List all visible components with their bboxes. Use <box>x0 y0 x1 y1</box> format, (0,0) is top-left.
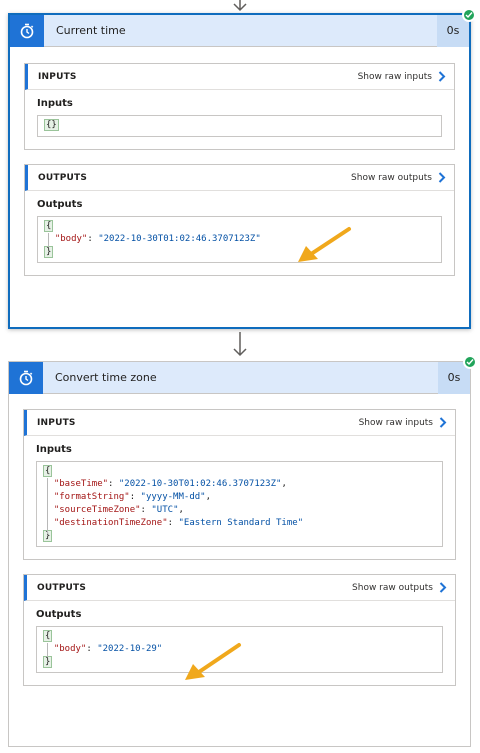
show-raw-inputs-link[interactable]: Show raw inputs <box>359 417 447 428</box>
inputs-json-box: {} <box>37 115 442 137</box>
section-title: INPUTS <box>37 417 76 428</box>
inputs-section: INPUTS Show raw inputs Inputs { "baseTim… <box>23 409 456 560</box>
inputs-label: Inputs <box>36 444 72 455</box>
json-value: "UTC" <box>151 505 179 515</box>
inputs-label: Inputs <box>37 98 73 109</box>
chevron-right-icon <box>439 582 447 593</box>
card-title: Convert time zone <box>55 371 157 384</box>
json-value: "2022-10-29" <box>97 644 163 654</box>
section-title: INPUTS <box>38 71 77 82</box>
outputs-section: OUTPUTS Show raw outputs Outputs { "body… <box>24 164 455 276</box>
timer-icon <box>9 361 43 394</box>
outputs-section-header: OUTPUTS Show raw outputs <box>25 165 454 191</box>
check-icon <box>463 355 477 369</box>
inputs-section: INPUTS Show raw inputs Inputs {} <box>24 63 455 150</box>
outputs-label: Outputs <box>36 609 82 620</box>
check-icon <box>462 8 476 22</box>
annotation-arrow-icon <box>298 227 351 262</box>
show-raw-outputs-link[interactable]: Show raw outputs <box>352 582 447 593</box>
card-header[interactable]: Convert time zone 0s <box>9 355 477 394</box>
card-header[interactable]: Current time 0s <box>10 8 476 47</box>
inputs-json-box: { "baseTime": "2022-10-30T01:02:46.37071… <box>36 461 443 547</box>
chevron-right-icon <box>439 417 447 428</box>
json-value: "yyyy-MM-dd" <box>140 492 206 502</box>
outputs-json-box: { "body": "2022-10-30T01:02:46.3707123Z"… <box>37 216 442 263</box>
json-value: "2022-10-30T01:02:46.3707123Z" <box>118 479 282 489</box>
link-label: Show raw outputs <box>352 582 433 593</box>
show-raw-outputs-link[interactable]: Show raw outputs <box>351 172 446 183</box>
outputs-section-header: OUTPUTS Show raw outputs <box>24 575 455 601</box>
outputs-label: Outputs <box>37 199 83 210</box>
down-arrow-icon <box>233 0 247 12</box>
json-key: "baseTime" <box>53 479 109 489</box>
chevron-right-icon <box>438 172 446 183</box>
json-value: "2022-10-30T01:02:46.3707123Z" <box>98 234 261 244</box>
json-key: "body" <box>54 234 88 244</box>
json-key: "body" <box>53 644 87 654</box>
section-title: OUTPUTS <box>37 582 87 593</box>
json-key: "formatString" <box>53 492 130 502</box>
action-card-convert-time-zone[interactable]: Convert time zone 0s INPUTS Show raw inp… <box>8 355 477 747</box>
json-key: "destinationTimeZone" <box>53 518 168 528</box>
link-label: Show raw outputs <box>351 172 432 183</box>
chevron-right-icon <box>438 71 446 82</box>
json-value: "Eastern Standard Time" <box>178 518 304 528</box>
link-label: Show raw inputs <box>358 417 433 428</box>
annotation-arrow-icon <box>185 643 241 680</box>
json-key: "sourceTimeZone" <box>53 505 141 515</box>
link-label: Show raw inputs <box>357 71 432 82</box>
action-card-current-time[interactable]: Current time 0s INPUTS Show raw inputs I… <box>8 8 476 329</box>
timer-icon <box>10 14 44 47</box>
card-title: Current time <box>56 24 126 37</box>
inputs-section-header: INPUTS Show raw inputs <box>25 64 454 90</box>
json-brace: {} <box>44 119 59 131</box>
show-raw-inputs-link[interactable]: Show raw inputs <box>358 71 446 82</box>
section-title: OUTPUTS <box>38 172 88 183</box>
inputs-section-header: INPUTS Show raw inputs <box>24 410 455 436</box>
down-arrow-icon <box>233 332 247 357</box>
